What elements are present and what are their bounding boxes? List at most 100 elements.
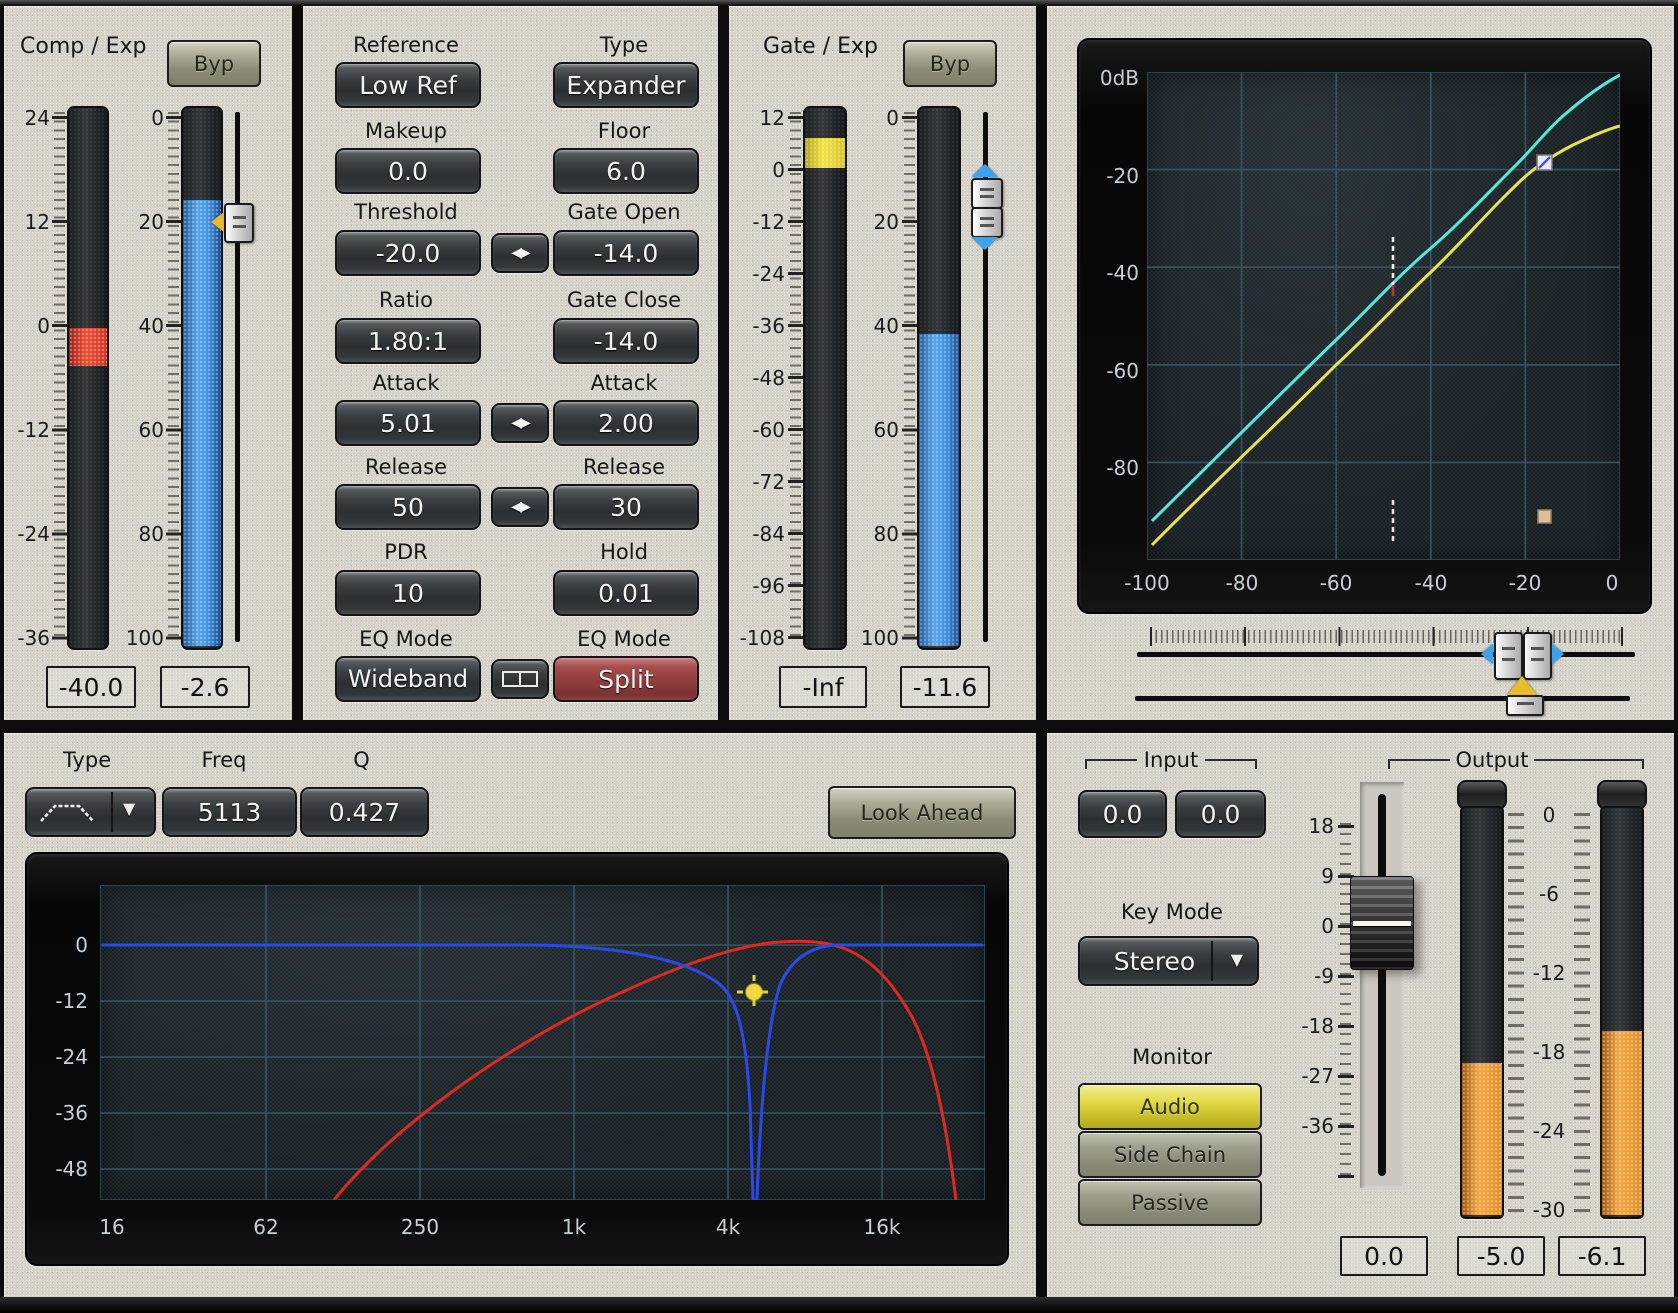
comp-lvl-tick: 40 — [120, 313, 164, 339]
comp-exp-panel: Comp / Exp Byp 24 12 0 -12 -24 -36 0 20 … — [4, 6, 292, 720]
filter-type-dropdown[interactable]: ▼ — [25, 787, 156, 837]
output-scale-tick: -6 — [1520, 881, 1578, 907]
gate-gr-tick: 100 — [855, 625, 899, 651]
comp-exp-title: Comp / Exp — [20, 34, 147, 60]
gate-level-meter — [803, 106, 847, 650]
comp-lvl-readout: -2.6 — [160, 666, 250, 708]
comp-attack-button[interactable]: 5.01 — [335, 400, 481, 446]
reference-button[interactable]: Low Ref — [335, 62, 481, 108]
threshold-link-button[interactable]: ◀▶ — [491, 233, 549, 273]
dual-mono-icon — [502, 671, 538, 687]
comp-gr-tick: -36 — [6, 625, 50, 651]
monitor-label: Monitor — [1107, 1044, 1237, 1070]
gate-close-handle[interactable] — [971, 207, 1003, 238]
gate-exp-title: Gate / Exp — [763, 34, 878, 60]
transfer-y-tick: 0dB — [1083, 65, 1139, 91]
gate-open-handle[interactable] — [971, 178, 1003, 209]
gate-lvl-tick: -48 — [729, 365, 785, 391]
gate-bypass-button[interactable]: Byp — [903, 40, 997, 87]
eq-mode-link-button[interactable] — [491, 659, 549, 699]
gate-lvl-tick: -72 — [729, 469, 785, 495]
comp-bypass-button[interactable]: Byp — [167, 40, 261, 87]
gate-close-button[interactable]: -14.0 — [553, 318, 699, 364]
param-label: Release — [335, 454, 477, 480]
threshold-button[interactable]: -20.0 — [335, 230, 481, 276]
eq-mode-split-button[interactable]: Split — [553, 656, 699, 702]
transfer-knee-handle[interactable] — [1537, 155, 1552, 170]
gate-close-range-handle[interactable] — [1523, 632, 1552, 680]
transfer-floor-handle[interactable] — [1538, 510, 1551, 523]
gate-lvl-tick: -96 — [729, 573, 785, 599]
bandpass-curve-icon — [37, 799, 97, 825]
gate-open-button[interactable]: -14.0 — [553, 230, 699, 276]
type-button[interactable]: Expander — [553, 62, 699, 108]
eq-freq-button[interactable]: 5113 — [162, 787, 297, 837]
gate-gr-tick: 40 — [855, 313, 899, 339]
monitor-sidechain-button[interactable]: Side Chain — [1078, 1131, 1262, 1178]
input-right-button[interactable]: 0.0 — [1175, 790, 1266, 838]
gate-lvl-tick: 0 — [729, 157, 785, 183]
transfer-y-tick: -60 — [1083, 358, 1139, 384]
hold-button[interactable]: 0.01 — [553, 570, 699, 616]
gate-exp-panel: Gate / Exp Byp 12 0 -12 -24 -36 -48 -60 … — [729, 6, 1036, 720]
gate-gr-readout: -11.6 — [900, 666, 990, 708]
gate-lvl-tick: -84 — [729, 521, 785, 547]
eq-q-label: Q — [299, 747, 424, 773]
param-label: Threshold — [335, 199, 477, 225]
attack-link-button[interactable]: ◀▶ — [491, 403, 549, 443]
input-left-button[interactable]: 0.0 — [1078, 790, 1167, 838]
comp-threshold-handle[interactable] — [224, 203, 254, 243]
floor-button[interactable]: 6.0 — [553, 148, 699, 194]
param-label: EQ Mode — [553, 626, 695, 652]
eq-filter-handle[interactable] — [745, 983, 763, 1001]
eq-q-button[interactable]: 0.427 — [300, 787, 429, 837]
floor-slider-handle[interactable] — [1506, 695, 1544, 716]
output-bracket-left — [1388, 759, 1450, 771]
top-edge — [0, 0, 1678, 6]
eq-x-tick: 62 — [231, 1214, 301, 1240]
transfer-curve-yellow — [1152, 126, 1620, 545]
param-label: PDR — [335, 539, 477, 565]
param-label: Hold — [553, 539, 695, 565]
eq-mode-wideband-button[interactable]: Wideband — [335, 656, 481, 702]
monitor-audio-button[interactable]: Audio — [1078, 1083, 1262, 1130]
output-scale-tick: -12 — [1520, 960, 1578, 986]
monitor-passive-button[interactable]: Passive — [1078, 1179, 1262, 1226]
fader-knob[interactable] — [1350, 876, 1414, 970]
pdr-button[interactable]: 10 — [335, 570, 481, 616]
eq-y-tick: -12 — [38, 988, 88, 1014]
comp-gr-tick: 12 — [6, 209, 50, 235]
output-scale-tick: -18 — [1520, 1039, 1578, 1065]
key-mode-dropdown[interactable]: Stereo ▼ — [1078, 936, 1259, 986]
comp-lvl-tick: 100 — [120, 625, 164, 651]
look-ahead-button[interactable]: Look Ahead — [828, 786, 1016, 839]
eq-x-tick: 16k — [847, 1214, 917, 1240]
key-mode-label: Key Mode — [1107, 899, 1237, 925]
release-link-button[interactable]: ◀▶ — [491, 487, 549, 527]
gate-gr-ruler-major — [902, 116, 918, 642]
input-bracket-left — [1085, 759, 1137, 771]
floor-slider-track[interactable] — [1135, 696, 1630, 701]
fader-readout: 0.0 — [1340, 1236, 1428, 1276]
link-arrows-icon: ◀▶ — [511, 245, 529, 261]
param-label: Makeup — [335, 118, 477, 144]
comp-gr-tick: 0 — [6, 313, 50, 339]
eq-x-tick: 4k — [693, 1214, 763, 1240]
param-label: Attack — [553, 370, 695, 396]
comp-lvl-tick: 80 — [120, 521, 164, 547]
makeup-button[interactable]: 0.0 — [335, 148, 481, 194]
output-scale-ruler-left — [1508, 813, 1524, 1213]
eq-x-tick: 1k — [539, 1214, 609, 1240]
gate-lvl-tick: 12 — [729, 105, 785, 131]
fader-tick: -36 — [1290, 1113, 1334, 1139]
gate-lvl-ruler-major — [788, 116, 804, 644]
ratio-button[interactable]: 1.80:1 — [335, 318, 481, 364]
fader-slot[interactable] — [1378, 794, 1386, 1176]
comp-threshold-slider-track[interactable] — [235, 112, 240, 642]
gate-attack-button[interactable]: 2.00 — [553, 400, 699, 446]
io-panel: Input 0.0 0.0 Key Mode Stereo ▼ Monitor … — [1047, 733, 1674, 1297]
transfer-x-tick: -80 — [1207, 570, 1277, 596]
comp-release-button[interactable]: 50 — [335, 484, 481, 530]
gate-open-range-handle[interactable] — [1494, 632, 1523, 680]
gate-release-button[interactable]: 30 — [553, 484, 699, 530]
